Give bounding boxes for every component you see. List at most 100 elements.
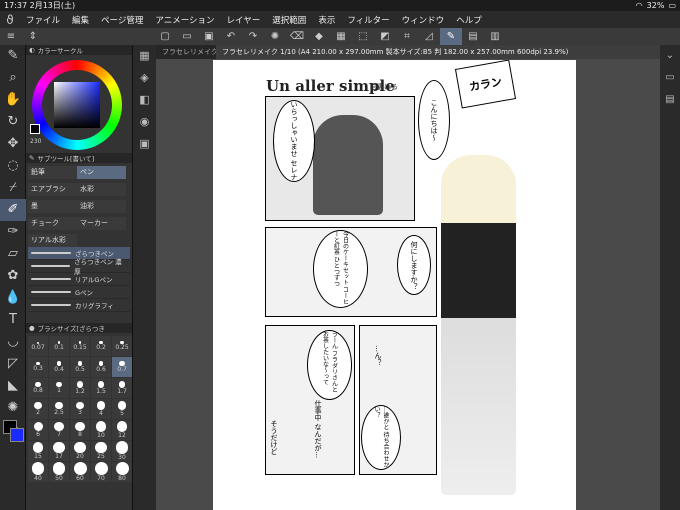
- brush-size-option[interactable]: 1.2: [70, 378, 90, 398]
- brush-size-option[interactable]: 2.5: [49, 399, 69, 419]
- brush-size-option[interactable]: 0.4: [49, 357, 69, 377]
- brush-size-option[interactable]: 60: [70, 462, 90, 482]
- material-icon[interactable]: ▣: [133, 133, 156, 155]
- pages-icon[interactable]: ▥: [484, 31, 506, 42]
- app-logo-icon[interactable]: ϑ: [0, 13, 20, 27]
- menu-selection[interactable]: 選択範囲: [266, 14, 312, 26]
- brush-size-option[interactable]: 5: [112, 399, 132, 419]
- brush-size-option[interactable]: 40: [28, 462, 48, 482]
- subtool-real-watercolor[interactable]: リアル水彩: [28, 234, 77, 247]
- layers-panel-icon[interactable]: ▭: [660, 67, 680, 89]
- menu-filter[interactable]: フィルター: [341, 14, 395, 26]
- menu-file[interactable]: ファイル: [20, 14, 66, 26]
- subtool-chalk[interactable]: チョーク: [28, 217, 77, 230]
- menu-lines-icon[interactable]: ≡: [0, 31, 22, 42]
- brush-size-option[interactable]: 20: [70, 441, 90, 461]
- figure-icon[interactable]: ✺: [0, 397, 26, 419]
- open-folder-icon[interactable]: ▭: [176, 31, 198, 42]
- ruler-icon[interactable]: ◿: [418, 31, 440, 42]
- brush-size-option[interactable]: 0.6: [91, 357, 111, 377]
- menu-window[interactable]: ウィンドウ: [396, 14, 451, 26]
- collapse-icon[interactable]: ⇕: [22, 31, 44, 42]
- brush-size-option[interactable]: 0.25: [112, 336, 132, 356]
- crop-icon[interactable]: ⌗: [396, 31, 418, 42]
- hand-icon[interactable]: ✋: [0, 89, 26, 111]
- subtool-airbrush[interactable]: エアブラシ: [28, 183, 77, 196]
- lasso-icon[interactable]: ◌: [0, 155, 26, 177]
- tab-active[interactable]: フラセレリメイク 1/10 (A4 210.00 x 297.00mm 製本サイ…: [216, 45, 660, 59]
- pen-tool-icon[interactable]: ✎: [0, 45, 26, 67]
- brush-item[interactable]: ざらつきペン 濃厚: [28, 258, 130, 276]
- subtool-oil[interactable]: 油彩: [77, 200, 126, 213]
- clear-icon[interactable]: ⌫: [286, 31, 308, 42]
- current-color-swatch[interactable]: [30, 124, 40, 134]
- menu-help[interactable]: ヘルプ: [450, 14, 488, 26]
- subtool-ink[interactable]: 墨: [28, 200, 77, 213]
- brush-size-option[interactable]: 0.7: [112, 357, 132, 377]
- brush-size-option[interactable]: 1: [49, 378, 69, 398]
- subtool-pencil[interactable]: 鉛筆: [28, 166, 77, 179]
- saturation-value-square[interactable]: [54, 82, 100, 128]
- invert-icon[interactable]: ◩: [374, 31, 396, 42]
- brush-size-option[interactable]: 1.5: [91, 378, 111, 398]
- brush-size-option[interactable]: 6: [28, 420, 48, 440]
- brush-size-option[interactable]: 2: [28, 399, 48, 419]
- menu-animation[interactable]: アニメーション: [149, 14, 220, 26]
- brush-size-option[interactable]: 50: [49, 462, 69, 482]
- fill-icon[interactable]: ◆: [308, 31, 330, 42]
- brush-item[interactable]: Gペン: [28, 286, 130, 299]
- subtool-pen[interactable]: ペン: [77, 166, 126, 179]
- blend-icon[interactable]: 💧: [0, 287, 26, 309]
- loading-icon[interactable]: ✺: [264, 31, 286, 42]
- balloon-icon[interactable]: ◡: [0, 331, 26, 353]
- brush-size-option[interactable]: 7: [49, 420, 69, 440]
- brush-size-option[interactable]: 1.7: [112, 378, 132, 398]
- menu-page[interactable]: ページ管理: [95, 14, 149, 26]
- save-icon[interactable]: ▣: [198, 31, 220, 42]
- brush-tool-icon[interactable]: ✐: [0, 199, 26, 221]
- deselect-icon[interactable]: ⬚: [352, 31, 374, 42]
- move-icon[interactable]: ✥: [0, 133, 26, 155]
- brush-size-option[interactable]: 12: [112, 420, 132, 440]
- subtool-watercolor[interactable]: 水彩: [77, 183, 126, 196]
- brush-size-option[interactable]: 0.5: [70, 357, 90, 377]
- brush-size-option[interactable]: 30: [112, 441, 132, 461]
- brush-size-option[interactable]: 0.8: [28, 378, 48, 398]
- menu-edit[interactable]: 編集: [66, 14, 95, 26]
- ruler-tool-icon[interactable]: ◣: [0, 375, 26, 397]
- airbrush-icon[interactable]: ✑: [0, 221, 26, 243]
- layer-icon[interactable]: ◧: [133, 89, 156, 111]
- brush-size-option[interactable]: 25: [91, 441, 111, 461]
- redo-icon[interactable]: ↷: [242, 31, 264, 42]
- brush-item[interactable]: カリグラフィ: [28, 299, 130, 312]
- brush-size-option[interactable]: 0.3: [28, 357, 48, 377]
- brush-size-option[interactable]: 10: [91, 420, 111, 440]
- manga-page[interactable]: Un aller simple 吾妻はる いらっしゃいませ セレナ カラン こん…: [213, 59, 576, 510]
- eyedropper-icon[interactable]: ⌿: [0, 177, 26, 199]
- menu-layer[interactable]: レイヤー: [221, 14, 267, 26]
- tab-inactive[interactable]: フラセレリメイク: [156, 45, 216, 59]
- new-file-icon[interactable]: ▢: [154, 31, 176, 42]
- color-wheel[interactable]: [32, 60, 122, 150]
- brush-size-option[interactable]: 8: [70, 420, 90, 440]
- brush-size-option[interactable]: 0.1: [49, 336, 69, 356]
- brush-size-option[interactable]: 0.15: [70, 336, 90, 356]
- color-set-icon[interactable]: ▦: [133, 45, 156, 67]
- rotate-icon[interactable]: ↻: [0, 111, 26, 133]
- subtool-marker[interactable]: マーカー: [77, 217, 126, 230]
- brush-size-option[interactable]: 17: [49, 441, 69, 461]
- brush-size-option[interactable]: 70: [91, 462, 111, 482]
- pen-mode-icon[interactable]: ✎: [440, 28, 462, 45]
- brush-size-option[interactable]: 80: [112, 462, 132, 482]
- undo-icon[interactable]: ↶: [220, 31, 242, 42]
- brush-size-option[interactable]: 4: [91, 399, 111, 419]
- brush-size-option[interactable]: 0.2: [91, 336, 111, 356]
- menu-view[interactable]: 表示: [312, 14, 341, 26]
- grid-icon[interactable]: ▤: [462, 31, 484, 42]
- sub-color-swatch[interactable]: [10, 428, 24, 442]
- history-icon[interactable]: ▤: [660, 89, 680, 111]
- zoom-icon[interactable]: ⌕: [0, 67, 26, 89]
- layer-property-icon[interactable]: ◈: [133, 67, 156, 89]
- frame-icon[interactable]: ◸: [0, 353, 26, 375]
- text-tool-icon[interactable]: T: [0, 309, 26, 331]
